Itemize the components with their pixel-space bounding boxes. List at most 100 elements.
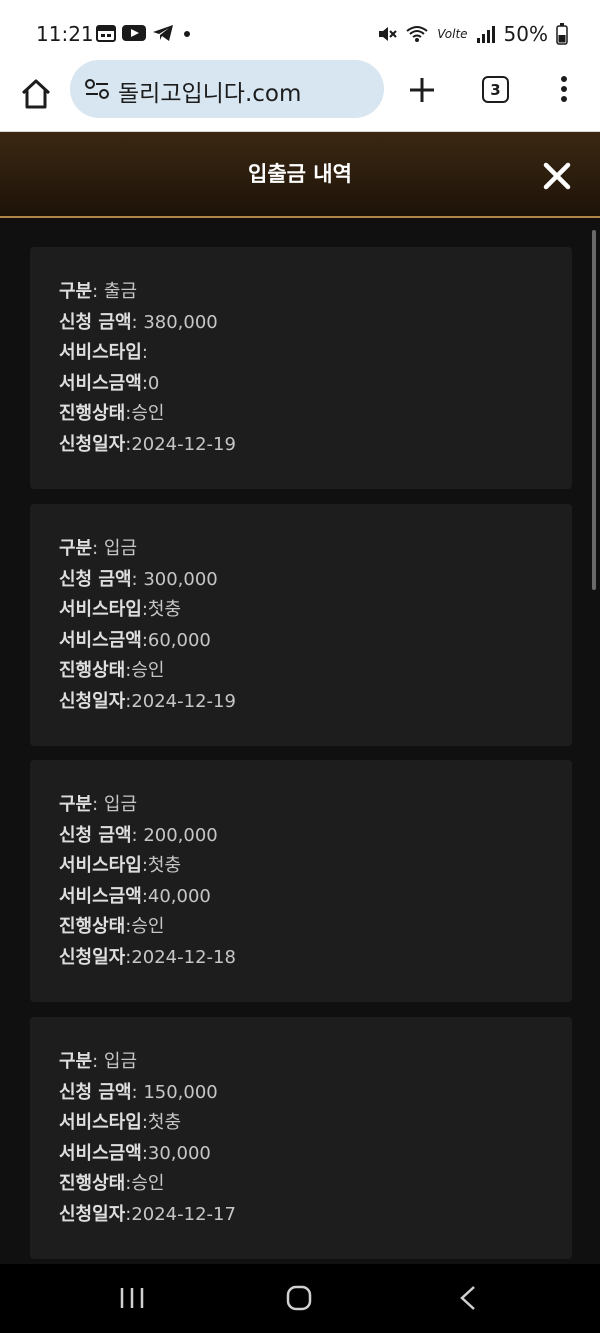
site-settings-icon[interactable] <box>84 77 110 101</box>
recent-apps-icon <box>120 1288 144 1308</box>
status-row: 진행상태:승인 <box>59 660 165 681</box>
system-home-button[interactable] <box>286 1285 312 1311</box>
back-chevron-icon <box>460 1286 475 1310</box>
amount-row: 신청 금액: 200,000 <box>59 824 218 846</box>
type-label: 구분 <box>59 794 93 815</box>
system-nav-bar <box>0 1264 600 1333</box>
back-button[interactable] <box>458 1285 478 1311</box>
volte-icon: Volte <box>437 27 468 41</box>
address-bar[interactable]: 돌리고입니다.com <box>70 60 384 118</box>
status-value: 승인 <box>131 660 165 681</box>
type-label: 구분 <box>59 538 93 559</box>
type-value: 입금 <box>103 794 138 815</box>
status-row: 진행상태:승인 <box>59 1173 165 1194</box>
mute-icon <box>377 24 397 44</box>
signal-icon <box>476 24 496 44</box>
amount-row: 신청 금액: 380,000 <box>59 311 218 333</box>
home-circle-icon <box>286 1285 312 1311</box>
status-bar: 11:21 Volte 50% <box>0 0 600 64</box>
tab-switcher-button[interactable]: 3 <box>482 76 509 103</box>
modal-title: 입출금 내역 <box>248 162 352 186</box>
date-label: 신청일자 <box>59 1203 126 1225</box>
date-value: 2024-12-17 <box>131 1203 236 1225</box>
url-text: 돌리고입니다.com <box>118 81 302 107</box>
close-button[interactable] <box>541 160 573 192</box>
type-label: 구분 <box>59 281 93 302</box>
service-amount-label: 서비스금액 <box>59 629 142 651</box>
transaction-card: 구분: 입금 신청 금액: 150,000 서비스타입:첫충 서비스금액:30,… <box>30 1017 572 1259</box>
telegram-icon <box>152 24 174 42</box>
calendar-icon <box>96 24 116 42</box>
amount-row: 신청 금액: 300,000 <box>59 568 218 590</box>
type-row: 구분: 출금 <box>59 281 138 302</box>
service-amount-label: 서비스금액 <box>59 1142 142 1164</box>
service-type-label: 서비스타입 <box>59 1112 142 1133</box>
type-value: 입금 <box>103 538 138 559</box>
more-menu-button[interactable] <box>554 74 574 106</box>
service-amount-value: 0 <box>147 372 160 394</box>
battery-icon <box>556 23 568 45</box>
amount-row: 신청 금액: 150,000 <box>59 1081 218 1103</box>
status-label: 진행상태 <box>59 660 126 681</box>
status-row: 진행상태:승인 <box>59 916 165 937</box>
type-label: 구분 <box>59 1051 93 1072</box>
service-type-row: 서비스타입:첫충 <box>59 855 182 876</box>
recent-apps-button[interactable] <box>118 1286 146 1310</box>
date-label: 신청일자 <box>59 433 126 455</box>
date-label: 신청일자 <box>59 946 126 968</box>
status-label: 진행상태 <box>59 1173 126 1194</box>
service-type-row: 서비스타입:첫충 <box>59 599 182 620</box>
home-icon <box>21 79 51 109</box>
home-button[interactable] <box>18 76 54 112</box>
service-amount-value: 30,000 <box>147 1142 211 1164</box>
service-type-label: 서비스타입 <box>59 342 142 363</box>
system-status: Volte 50% <box>377 22 568 46</box>
amount-label: 신청 금액 <box>59 1081 132 1103</box>
modal-header: 입출금 내역 <box>0 132 600 218</box>
service-amount-label: 서비스금액 <box>59 885 142 907</box>
status-label: 진행상태 <box>59 916 126 937</box>
status-label: 진행상태 <box>59 403 126 424</box>
amount-value: 380,000 <box>143 311 218 333</box>
new-tab-button[interactable] <box>406 74 438 106</box>
service-amount-value: 40,000 <box>147 885 211 907</box>
type-row: 구분: 입금 <box>59 538 138 559</box>
transaction-card: 구분: 입금 신청 금액: 300,000 서비스타입:첫충 서비스금액:60,… <box>30 504 572 746</box>
more-vert-icon <box>561 76 567 102</box>
service-amount-value: 60,000 <box>147 629 211 651</box>
amount-value: 200,000 <box>143 824 218 846</box>
service-type-row: 서비스타입: <box>59 342 148 363</box>
transaction-card: 구분: 출금 신청 금액: 380,000 서비스타입: 서비스금액:0 진행상… <box>30 247 572 489</box>
scrollbar[interactable] <box>592 230 596 590</box>
date-row: 신청일자:2024-12-18 <box>59 946 236 968</box>
status-value: 승인 <box>131 403 165 424</box>
status-row: 진행상태:승인 <box>59 403 165 424</box>
service-type-row: 서비스타입:첫충 <box>59 1112 182 1133</box>
type-value: 입금 <box>103 1051 138 1072</box>
date-value: 2024-12-19 <box>131 690 236 712</box>
amount-value: 150,000 <box>143 1081 218 1103</box>
browser-toolbar: 돌리고입니다.com 3 <box>0 60 600 132</box>
date-row: 신청일자:2024-12-17 <box>59 1203 236 1225</box>
service-type-label: 서비스타입 <box>59 599 142 620</box>
date-row: 신청일자:2024-12-19 <box>59 690 236 712</box>
amount-label: 신청 금액 <box>59 824 132 846</box>
plus-icon <box>410 78 434 102</box>
battery-percent: 50% <box>503 22 548 46</box>
type-row: 구분: 입금 <box>59 1051 138 1072</box>
transaction-card: 구분: 입금 신청 금액: 200,000 서비스타입:첫충 서비스금액:40,… <box>30 760 572 1002</box>
transaction-list: 구분: 출금 신청 금액: 380,000 서비스타입: 서비스금액:0 진행상… <box>0 220 600 1264</box>
service-type-value: 첫충 <box>147 855 182 876</box>
service-amount-row: 서비스금액:40,000 <box>59 885 211 907</box>
amount-label: 신청 금액 <box>59 311 132 333</box>
close-icon <box>543 162 571 190</box>
type-value: 출금 <box>103 281 138 302</box>
status-time: 11:21 <box>36 22 94 46</box>
service-type-value: 첫충 <box>147 599 182 620</box>
amount-label: 신청 금액 <box>59 568 132 590</box>
amount-value: 300,000 <box>143 568 218 590</box>
date-label: 신청일자 <box>59 690 126 712</box>
service-type-label: 서비스타입 <box>59 855 142 876</box>
status-value: 승인 <box>131 916 165 937</box>
status-value: 승인 <box>131 1173 165 1194</box>
